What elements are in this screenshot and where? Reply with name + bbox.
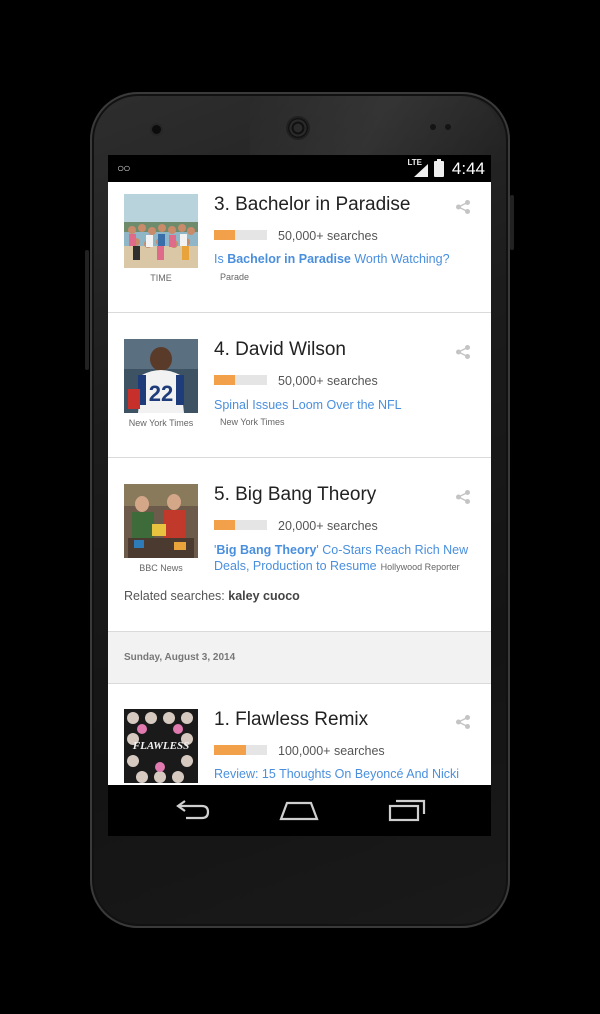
home-icon[interactable] (279, 797, 319, 823)
search-count: 50,000+ searches (278, 374, 378, 388)
publisher: Hollywood Reporter (380, 562, 460, 572)
earpiece-speaker (288, 118, 308, 138)
related-term-link[interactable]: kaley cuoco (228, 589, 300, 603)
headline-bold: Bachelor in Paradise (227, 252, 351, 266)
headline-link[interactable]: 'Big Bang Theory' Co-Stars Reach Rich Ne… (214, 542, 476, 575)
share-icon[interactable] (455, 199, 471, 215)
voicemail-icon: ○○ (117, 161, 130, 175)
status-bar: ○○ LTE 4:44 (108, 155, 491, 182)
recent-apps-icon[interactable] (387, 797, 427, 823)
trend-thumbnail[interactable]: FLAWLESS (124, 709, 198, 783)
front-camera (152, 125, 161, 134)
image-source: New York Times (128, 418, 194, 428)
status-time: 4:44 (451, 159, 485, 178)
image-source: TIME (150, 273, 172, 283)
headline-text: Is (214, 252, 228, 266)
trend-title[interactable]: 3. Bachelor in Paradise (214, 194, 410, 216)
trend-thumbnail[interactable]: 22 (124, 339, 198, 413)
search-count: 50,000+ searches (278, 229, 378, 243)
search-volume-fill (214, 520, 236, 530)
headline-link[interactable]: Review: 15 Thoughts On Beyoncé And Nicki (214, 766, 459, 782)
trend-thumbnail[interactable] (124, 484, 198, 558)
signal-icon (414, 164, 428, 177)
search-volume-bar (214, 520, 267, 530)
search-count: 100,000+ searches (278, 744, 385, 758)
headline-bold: Big Bang Theory (216, 543, 317, 557)
trend-thumbnail[interactable] (124, 194, 198, 268)
search-volume-fill (214, 230, 236, 240)
search-volume-bar (214, 375, 267, 385)
search-volume-bar (214, 745, 267, 755)
headline-text: Worth Watching? (350, 252, 450, 266)
trend-card[interactable]: 22 New York Times 4. David Wilson 50,000… (108, 313, 491, 458)
share-icon[interactable] (455, 344, 471, 360)
day-header-label: Sunday, August 3, 2014 (124, 652, 236, 663)
trend-card[interactable]: TIME 3. Bachelor in Paradise 50,000+ sea… (108, 182, 491, 313)
headline-link[interactable]: Is Bachelor in Paradise Worth Watching? (214, 251, 450, 267)
related-label: Related searches: (124, 589, 225, 603)
svg-text:FLAWLESS: FLAWLESS (132, 740, 189, 752)
svg-text:22: 22 (149, 381, 173, 406)
proximity-sensor (430, 124, 436, 130)
search-volume-fill (214, 375, 236, 385)
back-icon[interactable] (172, 797, 212, 823)
navigation-bar (108, 785, 491, 836)
search-volume-bar (214, 230, 267, 240)
trend-title[interactable]: 1. Flawless Remix (214, 709, 368, 731)
share-icon[interactable] (455, 714, 471, 730)
related-searches: Related searches: kaley cuoco (124, 589, 300, 603)
battery-icon (434, 159, 444, 177)
share-icon[interactable] (455, 489, 471, 505)
search-count: 20,000+ searches (278, 519, 378, 533)
trend-card[interactable]: BBC News 5. Big Bang Theory 20,000+ sear… (108, 458, 491, 632)
publisher: Parade (220, 272, 250, 282)
day-header: Sunday, August 3, 2014 (108, 632, 491, 684)
trend-title[interactable]: 4. David Wilson (214, 339, 346, 361)
image-source: BBC News (139, 563, 183, 573)
phone-screen: ○○ LTE 4:44 TIME 3. Bachelor in Paradise… (108, 155, 491, 836)
publisher: New York Times (220, 417, 285, 427)
power-button (510, 195, 514, 250)
headline-link[interactable]: Spinal Issues Loom Over the NFL (214, 397, 402, 413)
trend-card[interactable]: FLAWLESS 1. Flawless Remix 100,000+ sear… (108, 684, 491, 785)
volume-button (85, 250, 89, 370)
trend-title[interactable]: 5. Big Bang Theory (214, 484, 376, 506)
trends-feed[interactable]: TIME 3. Bachelor in Paradise 50,000+ sea… (108, 182, 491, 785)
search-volume-fill (214, 745, 246, 755)
light-sensor (445, 124, 451, 130)
